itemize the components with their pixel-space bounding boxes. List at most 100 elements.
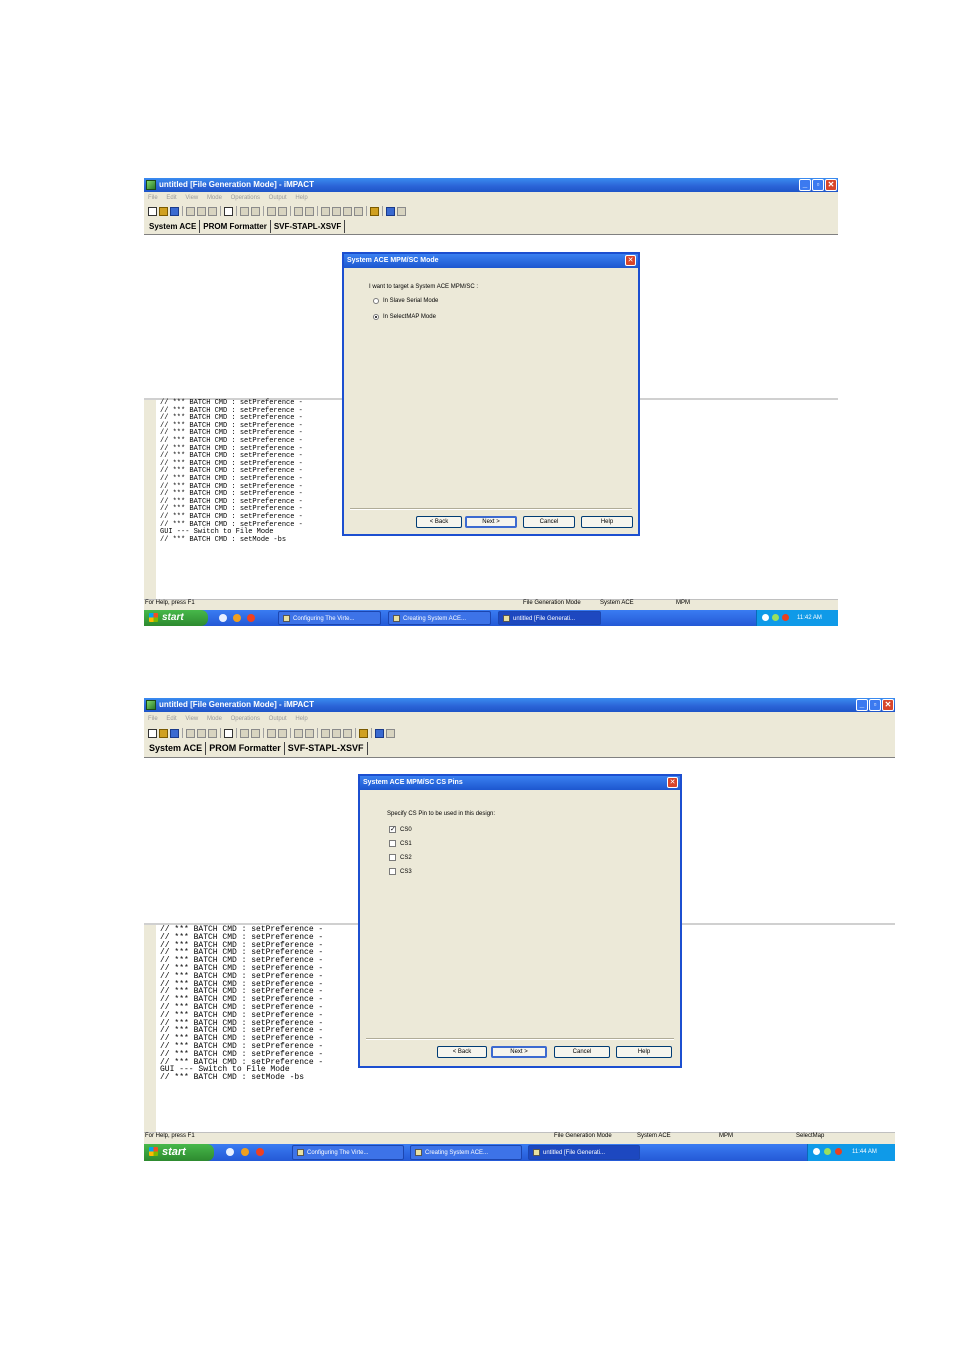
- menu-file[interactable]: File: [148, 195, 158, 201]
- browser-icon[interactable]: [241, 1148, 249, 1156]
- tab-svf-stapl-xsvf[interactable]: SVF-STAPL-XSVF: [285, 742, 368, 755]
- open-folder-icon[interactable]: [159, 206, 168, 216]
- restore-icon[interactable]: ▫: [812, 179, 824, 191]
- copy-icon[interactable]: [197, 206, 206, 216]
- back-button[interactable]: < Back: [416, 516, 462, 528]
- option-cs1[interactable]: CS1: [389, 840, 412, 847]
- save-icon[interactable]: [170, 206, 179, 216]
- option-cs3[interactable]: CS3: [389, 868, 412, 875]
- taskbar-item-configuring[interactable]: Configuring The Virte...: [278, 611, 381, 625]
- chain-icon[interactable]: [224, 728, 233, 738]
- erase-icon[interactable]: [267, 206, 276, 216]
- new-file-icon[interactable]: [148, 206, 157, 216]
- back-button[interactable]: < Back: [437, 1046, 487, 1058]
- menu-operations[interactable]: Operations: [231, 195, 260, 201]
- readback-icon[interactable]: [294, 206, 303, 216]
- option-cs2[interactable]: CS2: [389, 854, 412, 861]
- minimize-icon[interactable]: _: [856, 699, 868, 711]
- close-icon[interactable]: ✕: [825, 179, 837, 191]
- menu-output[interactable]: Output: [269, 195, 287, 201]
- title-bar[interactable]: untitled [File Generation Mode] - iMPACT…: [144, 698, 895, 712]
- readback-icon[interactable]: [294, 728, 303, 738]
- menu-help[interactable]: Help: [295, 716, 307, 722]
- save-icon[interactable]: [170, 728, 179, 738]
- cancel-button[interactable]: Cancel: [523, 516, 575, 528]
- assign-icon[interactable]: [332, 206, 341, 216]
- boundary-scan-icon[interactable]: [375, 728, 384, 738]
- calendar-icon[interactable]: [359, 728, 368, 738]
- open-folder-icon[interactable]: [159, 728, 168, 738]
- media-icon[interactable]: [256, 1148, 264, 1156]
- option-selectmap[interactable]: In SelectMAP Mode: [373, 314, 436, 320]
- taskbar-item-creating[interactable]: Creating System ACE...: [388, 611, 491, 625]
- media-icon[interactable]: [247, 614, 255, 622]
- restore-icon[interactable]: ▫: [869, 699, 881, 711]
- help-button[interactable]: Help: [581, 516, 633, 528]
- menu-operations[interactable]: Operations: [231, 716, 260, 722]
- network-icon[interactable]: [762, 614, 769, 621]
- help-button[interactable]: Help: [616, 1046, 672, 1058]
- taskbar-item-creating[interactable]: Creating System ACE...: [410, 1145, 522, 1160]
- status-icon[interactable]: [354, 206, 363, 216]
- idcode-icon[interactable]: [305, 206, 314, 216]
- cancel-button[interactable]: Cancel: [554, 1046, 610, 1058]
- show-desktop-icon[interactable]: [226, 1148, 234, 1156]
- cut-icon[interactable]: [186, 206, 195, 216]
- close-icon[interactable]: ✕: [667, 777, 678, 788]
- checkbox-cs2[interactable]: [389, 854, 396, 861]
- menu-view[interactable]: View: [185, 716, 198, 722]
- network-icon[interactable]: [813, 1148, 820, 1155]
- menu-view[interactable]: View: [185, 195, 198, 201]
- volume-icon[interactable]: [824, 1148, 831, 1155]
- menu-output[interactable]: Output: [269, 716, 287, 722]
- device-icon[interactable]: [321, 206, 330, 216]
- verify-icon[interactable]: [251, 728, 260, 738]
- checkbox-cs0[interactable]: ✓: [389, 826, 396, 833]
- volume-icon[interactable]: [772, 614, 779, 621]
- close-icon[interactable]: ✕: [882, 699, 894, 711]
- security-icon[interactable]: [835, 1148, 842, 1155]
- start-button[interactable]: start: [144, 1144, 214, 1161]
- tab-system-ace[interactable]: System ACE: [146, 742, 207, 755]
- show-desktop-icon[interactable]: [219, 614, 227, 622]
- taskbar-item-impact[interactable]: untitled [File Generati...: [528, 1145, 640, 1160]
- menu-mode[interactable]: Mode: [207, 195, 222, 201]
- copy-icon[interactable]: [197, 728, 206, 738]
- option-slave-serial[interactable]: In Slave Serial Mode: [373, 298, 438, 304]
- minimize-icon[interactable]: _: [799, 179, 811, 191]
- menu-file[interactable]: File: [148, 716, 158, 722]
- device-icon[interactable]: [321, 728, 330, 738]
- blank-check-icon[interactable]: [278, 728, 287, 738]
- radio-selectmap[interactable]: [373, 314, 379, 320]
- checkbox-cs1[interactable]: [389, 840, 396, 847]
- get-info-icon[interactable]: [343, 206, 352, 216]
- next-button[interactable]: Next >: [491, 1046, 547, 1058]
- option-cs0[interactable]: ✓ CS0: [389, 826, 412, 833]
- get-info-icon[interactable]: [343, 728, 352, 738]
- radio-slave-serial[interactable]: [373, 298, 379, 304]
- tab-prom-formatter[interactable]: PROM Formatter: [200, 220, 271, 233]
- program-icon[interactable]: [240, 206, 249, 216]
- paste-icon[interactable]: [208, 206, 217, 216]
- title-bar[interactable]: untitled [File Generation Mode] - iMPACT…: [144, 178, 838, 192]
- menu-mode[interactable]: Mode: [207, 716, 222, 722]
- close-icon[interactable]: ✕: [625, 255, 636, 266]
- taskbar-item-configuring[interactable]: Configuring The Virte...: [292, 1145, 404, 1160]
- tab-system-ace[interactable]: System ACE: [146, 220, 201, 233]
- context-help-icon[interactable]: [397, 206, 406, 216]
- menu-edit[interactable]: Edit: [166, 195, 176, 201]
- cut-icon[interactable]: [186, 728, 195, 738]
- program-icon[interactable]: [240, 728, 249, 738]
- tab-svf-stapl-xsvf[interactable]: SVF-STAPL-XSVF: [271, 220, 346, 233]
- erase-icon[interactable]: [267, 728, 276, 738]
- next-button[interactable]: Next >: [465, 516, 517, 528]
- blank-check-icon[interactable]: [278, 206, 287, 216]
- boundary-scan-icon[interactable]: [386, 206, 395, 216]
- checkbox-cs3[interactable]: [389, 868, 396, 875]
- assign-icon[interactable]: [332, 728, 341, 738]
- start-button[interactable]: start: [144, 610, 208, 626]
- context-help-icon[interactable]: [386, 728, 395, 738]
- chain-icon[interactable]: [224, 206, 233, 216]
- new-file-icon[interactable]: [148, 728, 157, 738]
- menu-edit[interactable]: Edit: [166, 716, 176, 722]
